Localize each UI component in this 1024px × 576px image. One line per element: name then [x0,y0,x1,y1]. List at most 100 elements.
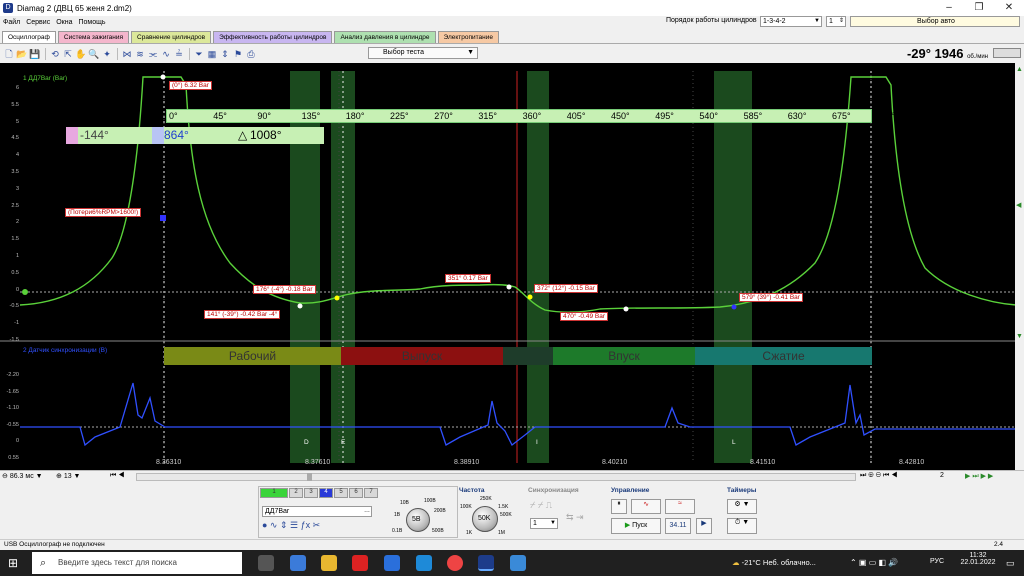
time-label: 8.37610 [305,459,331,466]
sync-icon[interactable]: ⋈ [121,48,133,60]
edge-icon[interactable] [416,555,432,571]
explorer-icon[interactable] [321,555,337,571]
y-tick-label: 3 [15,185,19,192]
sync-mode-icons[interactable]: ⌿ ⌿ ⎍ [530,500,552,511]
oscilloscope-area[interactable]: 1 ДД7Bar (Bar) 2 Датчик синхронизации (В… [0,63,1024,476]
cyl-number-spin[interactable]: 1 ⇕ [826,16,846,27]
channel-tab-7[interactable]: 7 [364,488,378,498]
tab-3[interactable]: Эффективность работы цилиндров [213,31,333,43]
scale-tick-label: 675° [832,111,851,121]
test-select[interactable]: Выбор теста ▼ [368,47,478,59]
notification-icon[interactable]: ▭ [1006,558,1015,569]
nav-left-icons[interactable]: ⏮ ◀ [110,472,125,480]
zoom-icon[interactable]: 🔍 [88,48,100,60]
menu-help[interactable]: Помощь [75,19,108,26]
count-select[interactable]: ⊕ 13 ▼ [56,472,80,480]
close-icon[interactable]: ✕ [994,0,1024,16]
task-view-icon[interactable] [258,555,274,571]
horizontal-scrollbar[interactable] [136,473,856,481]
channel-tab-5[interactable]: 5 [334,488,348,498]
new-file-icon[interactable]: 🗋 [3,48,15,60]
freq-value: 50K [478,515,491,522]
taskbar-search[interactable]: ⌕ Введите здесь текст для поиска [32,552,242,574]
app-task-icon[interactable] [510,555,526,571]
channel-select[interactable]: ДД7Bar… [262,506,372,517]
lang-indicator[interactable]: РУС [930,558,944,565]
tab-4[interactable]: Анализ давления в цилиндре [334,31,436,43]
split-icon[interactable]: ⇕ [219,48,231,60]
sync-extra-icons[interactable]: ⇆ ⇥ [566,512,584,523]
scale-tick-label: 180° [345,111,365,121]
cursor-icon[interactable]: ⇱ [62,48,74,60]
cyl-order-select[interactable]: 1-3-4-2 ▼ [760,16,822,27]
scale-tick-label: 450° [611,111,630,121]
wave-single-button[interactable]: ∿ [631,499,661,514]
counter-display: 34.11 [665,518,691,534]
sync-title: Синхронизация [528,487,579,494]
diamag-task-icon[interactable] [478,555,494,571]
pattern-icon[interactable]: ≋ [134,48,146,60]
channel-tab-6[interactable]: 6 [349,488,363,498]
open-icon[interactable]: 📂 [16,48,28,60]
wave-icon[interactable]: ∿ [160,48,172,60]
tab-1[interactable]: Система зажигания [57,31,130,43]
y2-tick-label: 0 [15,438,19,444]
channel-tools-icons[interactable]: ● ∿ ⇕ ☰ ƒx ✂ [262,520,320,531]
timer-select-2[interactable]: ⏱ ▼ [727,518,757,534]
marker-e: E [341,439,346,446]
yandex-icon[interactable] [352,555,368,571]
channel-tab-1[interactable]: 1 [260,488,288,498]
channel-tab-4[interactable]: 4 [319,488,333,498]
ch1-marker-icon[interactable]: ◀ [1016,201,1021,209]
y2-tick-label: -0.55 [6,421,19,428]
menu-windows[interactable]: Окна [53,19,75,26]
play-nav-icons[interactable]: ▶ ⏭ ▶ ▶ [965,472,993,481]
print-icon[interactable]: ⎙ [245,48,257,60]
maximize-icon[interactable]: ❐ [964,0,994,16]
scale-tick-label: 630° [787,111,807,121]
chrome-icon[interactable] [447,555,463,571]
freq-title: Частота [459,487,485,494]
marker-icon[interactable]: ✦ [101,48,113,60]
channel-tab-3[interactable]: 3 [304,488,318,498]
phase-working: Рабочий [164,347,341,365]
tab-0[interactable]: Осциллограф [2,31,56,43]
cursor-tool-icon[interactable]: ⏷ [193,48,205,60]
label-176: 176° (-4°) -0.18 Bar [253,285,316,294]
phase-compression: Сжатие [695,347,872,365]
pause-button[interactable]: ⏸ [611,499,627,514]
vertical-scrollbar[interactable] [1015,63,1024,476]
clock[interactable]: 11:32 22.01.2022 [960,552,996,566]
hand-icon[interactable]: ✋ [75,48,87,60]
filter-icon[interactable]: ⫘ [147,48,159,60]
control-title: Управление [611,487,650,494]
table-icon[interactable]: ▦ [206,48,218,60]
auto-select[interactable]: Выбор авто [850,16,1020,27]
timebase-select[interactable]: ⊖ 86.3 мс ▼ [2,472,43,480]
record-button[interactable]: ▶ [696,518,712,534]
sync-select[interactable]: 1 ▼ [530,518,558,529]
menu-file[interactable]: Файл [0,19,23,26]
zoom-fit-icon[interactable]: ⟲ [49,48,61,60]
tray-icons[interactable]: ⌃ ▣ ▭ ◧ 🔊 [850,558,898,567]
timer-select-1[interactable]: ⚙ ▼ [727,499,757,514]
save-icon[interactable]: 💾 [29,48,41,60]
y-tick-label: 4 [15,152,19,159]
store-icon[interactable] [290,555,306,571]
mail-icon[interactable] [384,555,400,571]
wave-multi-button[interactable]: ≈ [665,499,695,514]
minimize-icon[interactable]: – [934,0,964,16]
scroll-up-icon[interactable]: ▲ [1016,66,1023,73]
level-icon[interactable]: ≟ [173,48,185,60]
tab-2[interactable]: Сравнение цилиндров [131,31,212,43]
tab-bar: Осциллограф Система зажигания Сравнение ци… [0,30,1024,44]
channel-tab-2[interactable]: 2 [289,488,303,498]
windows-icon[interactable]: ⊞ [8,556,18,570]
scroll-down-icon[interactable]: ▼ [1016,333,1023,340]
nav-right-icons[interactable]: ⏭ ⊕ ⊖ ⏮ ◀ [860,472,897,480]
start-button[interactable]: ▶ Пуск [611,518,661,534]
page-number: 2 [940,472,944,479]
flag-icon[interactable]: ⚑ [232,48,244,60]
menu-service[interactable]: Сервис [23,19,53,26]
tab-5[interactable]: Электропитание [437,31,500,43]
